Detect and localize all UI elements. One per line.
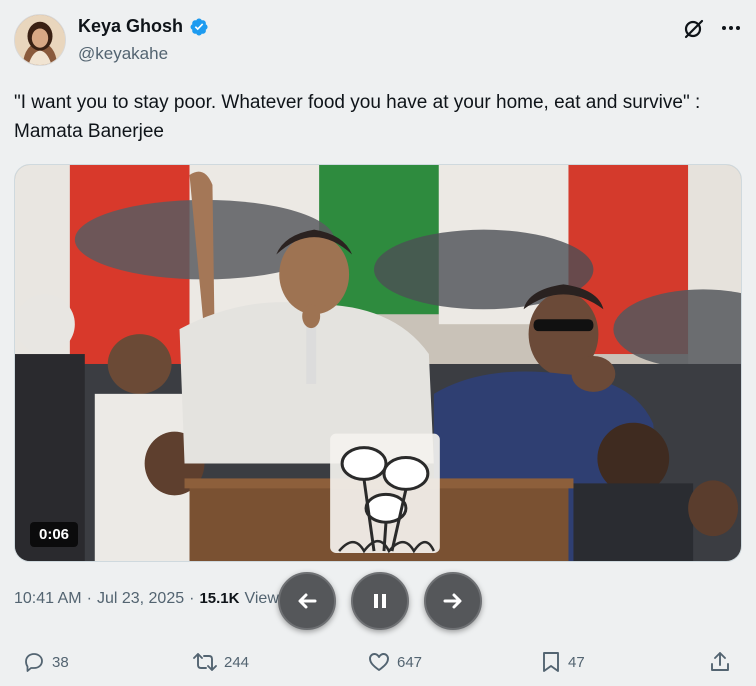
verified-badge-icon — [189, 17, 209, 37]
more-icon[interactable] — [720, 17, 742, 39]
reply-count: 38 — [52, 653, 69, 671]
views-count: 15.1K — [199, 590, 240, 607]
tweet-time[interactable]: 10:41 AM — [14, 590, 82, 608]
avatar[interactable] — [14, 14, 66, 66]
avatar-image — [15, 15, 65, 65]
bookmark-count: 47 — [568, 653, 585, 671]
video-duration-badge: 0:06 — [30, 522, 79, 547]
repost-button[interactable]: 244 — [192, 650, 249, 674]
reply-button[interactable]: 38 — [22, 650, 69, 674]
tweet-action-bar: 38 244 647 47 — [0, 650, 756, 680]
grok-icon[interactable] — [682, 16, 706, 40]
repost-count: 244 — [224, 653, 250, 671]
bookmark-icon — [540, 650, 562, 674]
meta-separator: · — [86, 590, 92, 607]
arrow-right-icon — [441, 589, 465, 613]
meta-separator: · — [189, 590, 195, 607]
share-icon — [708, 650, 732, 674]
tweet-header-actions — [682, 16, 742, 40]
tweet-date[interactable]: Jul 23, 2025 — [97, 590, 184, 608]
reply-icon — [22, 650, 46, 674]
pause-button[interactable] — [351, 572, 409, 630]
repost-icon — [192, 650, 218, 674]
tweet-video[interactable] — [14, 164, 742, 562]
forward-button[interactable] — [424, 572, 482, 630]
like-button[interactable]: 647 — [367, 650, 422, 674]
bookmark-button[interactable]: 47 — [540, 650, 585, 674]
author-display-name[interactable]: Keya Ghosh — [78, 16, 183, 37]
pause-icon — [369, 590, 391, 612]
heart-icon — [367, 650, 391, 674]
like-count: 647 — [397, 653, 423, 671]
arrow-left-icon — [295, 589, 319, 613]
tweet-meta: 10:41 AM · Jul 23, 2025 · 15.1K Views — [14, 590, 287, 608]
back-button[interactable] — [278, 572, 336, 630]
author-handle[interactable]: @keyakahe — [78, 44, 168, 64]
share-button[interactable] — [708, 650, 732, 674]
video-frame-image — [15, 165, 741, 561]
tweet-text: "I want you to stay poor. Whatever food … — [14, 92, 701, 142]
author-name-row: Keya Ghosh — [78, 16, 209, 37]
